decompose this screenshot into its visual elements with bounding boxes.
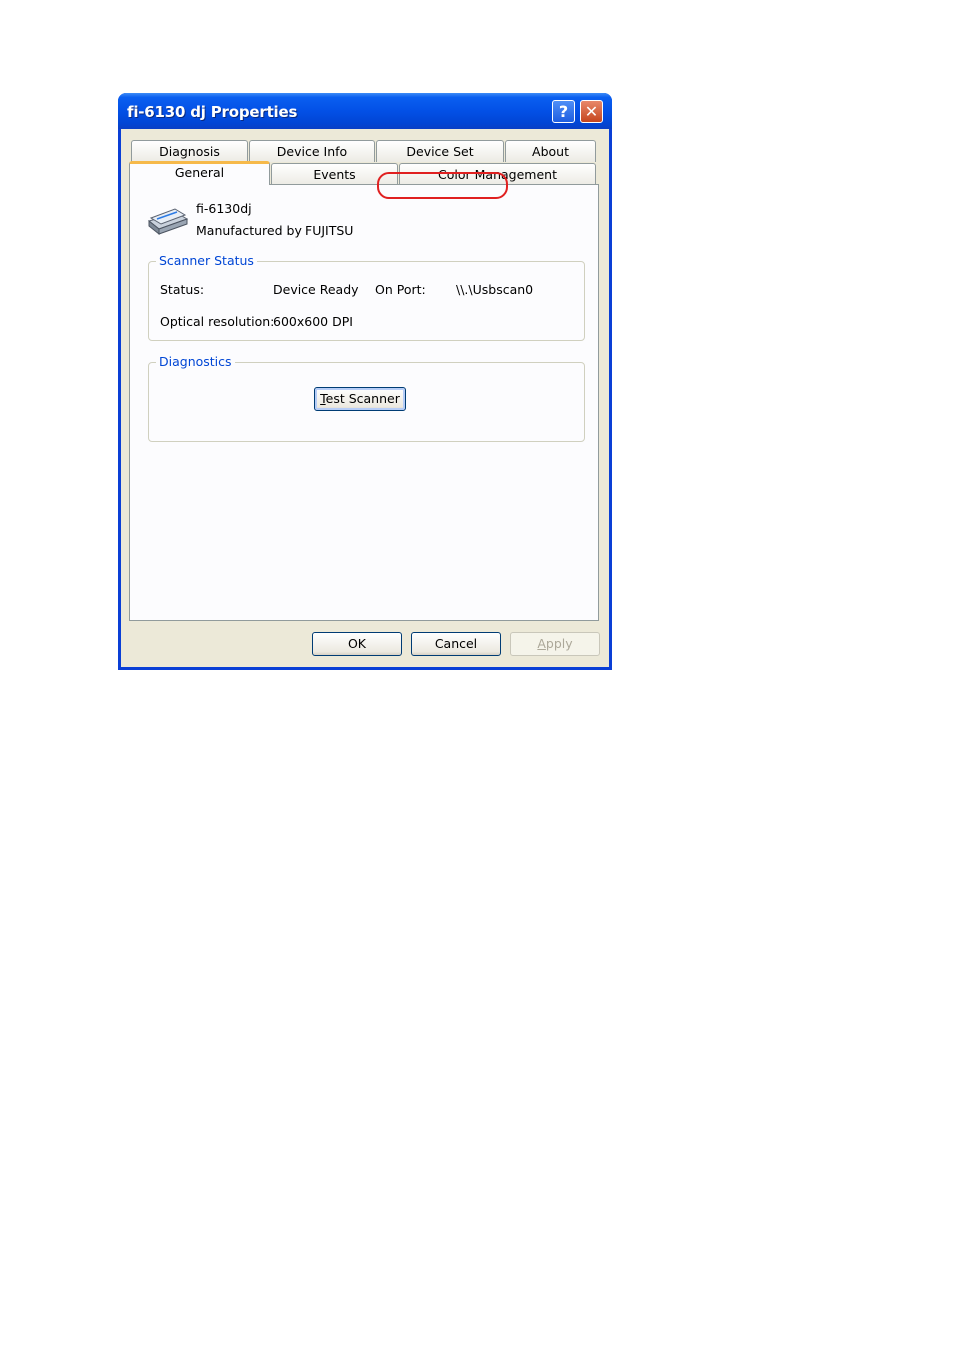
tab-diagnosis[interactable]: Diagnosis — [131, 140, 248, 162]
general-tab-panel: fi-6130dj Manufactured by FUJITSU Scanne… — [129, 184, 599, 621]
tab-label: Device Info — [276, 144, 348, 159]
apply-label: pply — [545, 636, 573, 651]
tab-label: General — [174, 165, 225, 180]
apply-mnemonic: A — [537, 636, 546, 651]
help-button[interactable]: ? — [552, 100, 575, 123]
close-button[interactable]: ✕ — [580, 100, 603, 123]
title-bar[interactable]: fi-6130 dj Properties ? ✕ — [118, 93, 612, 129]
tab-device-set[interactable]: Device Set — [376, 140, 504, 162]
test-scanner-label: est Scanner — [325, 391, 400, 406]
port-label: On Port: — [375, 282, 426, 297]
tab-label: About — [532, 144, 569, 159]
window-title: fi-6130 dj Properties — [127, 103, 298, 121]
cancel-button[interactable]: Cancel — [411, 632, 501, 656]
status-label: Status: — [160, 282, 205, 297]
tab-label: Device Set — [406, 144, 474, 159]
test-scanner-button[interactable]: Test Scanner — [314, 387, 406, 411]
properties-dialog: fi-6130 dj Properties ? ✕ Diagnosis Devi… — [118, 93, 612, 670]
diagnostics-group: Diagnostics Test Scanner — [148, 354, 585, 442]
ok-button[interactable]: OK — [312, 632, 402, 656]
apply-button[interactable]: Apply — [510, 632, 600, 656]
ok-label: OK — [347, 636, 367, 651]
tab-label: Diagnosis — [159, 144, 220, 159]
tab-device-info[interactable]: Device Info — [249, 140, 375, 162]
scanner-icon — [147, 208, 189, 236]
scanner-status-legend: Scanner Status — [156, 253, 257, 268]
tab-about[interactable]: About — [505, 140, 596, 162]
dialog-client: Diagnosis Device Info Device Set About G… — [121, 129, 609, 667]
resolution-label: Optical resolution: — [160, 314, 275, 329]
manufacturer-label: Manufactured by — [196, 223, 302, 238]
device-name: fi-6130dj — [196, 201, 252, 216]
status-value: Device Ready — [273, 282, 359, 297]
tab-general[interactable]: General — [129, 161, 270, 185]
scanner-status-group: Scanner Status Status: Device Ready On P… — [148, 253, 585, 341]
diagnostics-legend: Diagnostics — [156, 354, 235, 369]
device-set-highlight-annotation — [377, 172, 508, 199]
cancel-label: Cancel — [434, 636, 478, 651]
tab-label: Events — [313, 167, 356, 182]
resolution-value: 600x600 DPI — [273, 314, 353, 329]
close-icon: ✕ — [584, 102, 599, 121]
help-icon: ? — [558, 102, 569, 121]
manufacturer-value: FUJITSU — [305, 223, 354, 238]
port-value: \\.\Usbscan0 — [456, 282, 534, 297]
